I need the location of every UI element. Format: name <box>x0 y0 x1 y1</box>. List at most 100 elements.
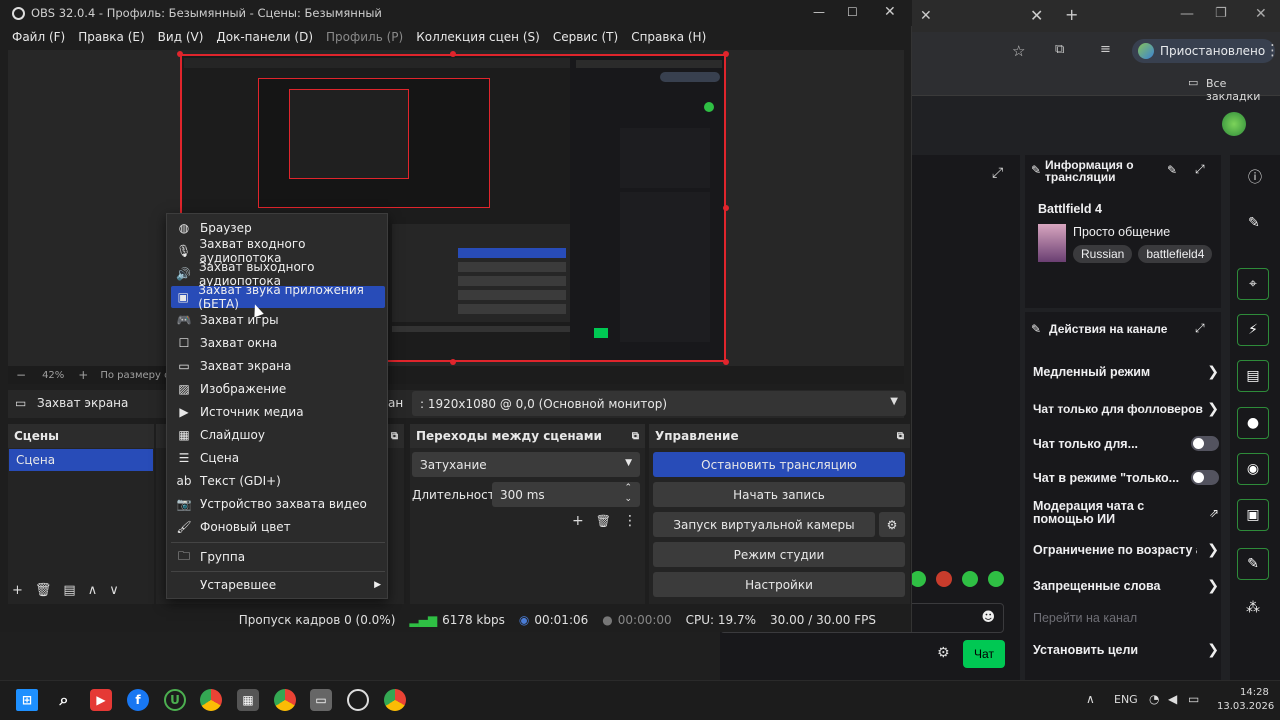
action-go-to-channel[interactable]: Перейти на канал <box>1033 611 1137 625</box>
action-slow-mode[interactable]: Медленный режим ❯ <box>1033 364 1219 380</box>
action-subs-only[interactable]: Чат только для... <box>1033 436 1219 451</box>
info-icon[interactable]: ⓘ <box>1248 167 1262 187</box>
menu-view[interactable]: Вид (V) <box>158 30 204 44</box>
trash-icon[interactable]: 🗑 <box>35 583 52 598</box>
menu-item-audio-input[interactable]: 🎙 Захват входного аудиопотока <box>171 237 385 265</box>
obs-taskbar-icon[interactable] <box>347 689 369 711</box>
tag-pill[interactable]: Russian <box>1073 245 1133 263</box>
resize-handle[interactable] <box>177 51 183 57</box>
zoom-in-icon[interactable]: + <box>78 368 88 382</box>
menu-tools[interactable]: Сервис (T) <box>553 30 618 44</box>
close-icon[interactable]: ✕ <box>1030 6 1043 25</box>
chrome-icon[interactable] <box>200 689 222 711</box>
channel-avatar-icon[interactable] <box>1222 112 1246 136</box>
scene-item[interactable]: Сцена <box>9 449 153 471</box>
move-up-icon[interactable]: ∧ <box>88 583 98 598</box>
action-emote-only[interactable]: Чат в режиме "только... <box>1033 470 1219 485</box>
tray-chevron-icon[interactable]: ∧ <box>1086 692 1095 706</box>
chrome-profile-icon[interactable] <box>274 689 296 711</box>
menu-item-media-source[interactable]: ▶ Источник медиа <box>171 401 385 423</box>
menu-item-slideshow[interactable]: ▦ Слайдшоу <box>171 424 385 446</box>
battery-icon[interactable]: ▭ <box>1188 692 1199 706</box>
clip-icon[interactable]: ⌖ <box>1237 268 1269 300</box>
resize-handle[interactable] <box>450 359 456 365</box>
reading-list-icon[interactable]: ≡ <box>1100 42 1111 57</box>
new-tab-icon[interactable]: + <box>1065 5 1078 24</box>
transition-select[interactable]: Затухание ▼ <box>412 452 640 477</box>
resize-handle[interactable] <box>450 51 456 57</box>
star-icon[interactable]: ☆ <box>1012 42 1025 60</box>
trash-icon[interactable]: 🗑 <box>596 514 611 528</box>
menu-item-group[interactable]: 🗀 Группа <box>171 546 385 568</box>
move-down-icon[interactable]: ∨ <box>109 583 119 598</box>
filter-icon[interactable]: ▤ <box>63 583 75 598</box>
chat-settings-icon[interactable]: ⚙ <box>937 645 950 661</box>
broadcast-icon[interactable]: ◉ <box>1237 453 1269 485</box>
minimize-icon[interactable]: — <box>1180 6 1194 22</box>
raid-icon[interactable]: ⚡ <box>1237 314 1269 346</box>
action-ai-moderation[interactable]: Модерация чата с помощью ИИ ⇗ <box>1033 500 1219 526</box>
clock-time[interactable]: 14:28 <box>1240 687 1269 698</box>
window-app-icon[interactable]: ▭ <box>310 689 332 711</box>
undock-icon[interactable]: ⧉ <box>897 431 904 442</box>
menu-profile[interactable]: Профиль (P) <box>326 30 403 44</box>
menu-edit[interactable]: Правка (E) <box>78 30 144 44</box>
chat-bubble-icon[interactable]: ● <box>1237 407 1269 439</box>
menu-file[interactable]: Файл (F) <box>12 30 65 44</box>
menu-item-game-capture[interactable]: 🎮 Захват игры <box>171 309 385 331</box>
nodes-icon[interactable]: ⁂ <box>1246 600 1260 616</box>
wifi-icon[interactable]: ◔ <box>1149 692 1159 706</box>
clock-date[interactable]: 13.03.2026 <box>1217 701 1274 712</box>
close-icon[interactable]: ✕ <box>884 4 896 20</box>
settings-button[interactable]: Настройки <box>653 572 905 597</box>
menu-scene-collection[interactable]: Коллекция сцен (S) <box>416 30 540 44</box>
notes-icon[interactable]: ▤ <box>1237 360 1269 392</box>
studio-mode-button[interactable]: Режим студии <box>653 542 905 567</box>
maximize-icon[interactable]: ❐ <box>1215 6 1227 21</box>
popout-icon[interactable]: ⤢ <box>1195 321 1205 336</box>
menu-help[interactable]: Справка (H) <box>631 30 706 44</box>
virtual-camera-button[interactable]: Запуск виртуальной камеры <box>653 512 875 537</box>
more-icon[interactable]: ⋮ <box>1265 41 1280 59</box>
toggle-switch[interactable] <box>1191 470 1219 485</box>
close-window-icon[interactable]: ✕ <box>1255 6 1267 22</box>
menu-item-browser[interactable]: ◍ Браузер <box>171 217 385 239</box>
all-bookmarks-link[interactable]: Все закладки <box>1206 77 1280 103</box>
menu-docks[interactable]: Док-панели (D) <box>216 30 313 44</box>
undock-icon[interactable]: ⧉ <box>391 431 398 442</box>
menu-item-color-source[interactable]: 🖌 Фоновый цвет <box>171 516 385 538</box>
wrench-icon[interactable]: ✎ <box>1237 548 1269 580</box>
extensions-icon[interactable]: ⧉ <box>1055 42 1064 57</box>
resize-handle[interactable] <box>723 205 729 211</box>
menu-item-text[interactable]: ab Текст (GDI+) <box>171 470 385 492</box>
youtube-icon[interactable]: ▶ <box>90 689 112 711</box>
facebook-icon[interactable]: f <box>127 689 149 711</box>
add-icon[interactable]: + <box>12 583 23 598</box>
screen-select[interactable]: : 1920x1080 @ 0,0 (Основной монитор) ▼ <box>412 391 906 416</box>
volume-icon[interactable]: ◀ <box>1168 692 1177 706</box>
menu-item-deprecated[interactable]: Устаревшее ▶ <box>171 574 385 596</box>
emoji-icon[interactable]: ☻ <box>981 610 995 625</box>
menu-item-display-capture[interactable]: ▭ Захват экрана <box>171 355 385 377</box>
zoom-out-icon[interactable]: − <box>16 368 26 382</box>
pencil-icon[interactable]: ✎ <box>1248 215 1260 231</box>
action-set-goals[interactable]: Установить цели ❯ <box>1033 642 1219 658</box>
utorrent-icon[interactable]: U <box>164 689 186 711</box>
start-record-button[interactable]: Начать запись <box>653 482 905 507</box>
virtual-camera-settings-icon[interactable]: ⚙ <box>879 512 905 537</box>
menu-item-app-audio[interactable]: ▣ Захват звука приложения (БЕТА) <box>171 283 385 311</box>
profile-button[interactable]: Приостановлено <box>1132 39 1276 63</box>
add-icon[interactable]: + <box>572 513 584 529</box>
maximize-icon[interactable]: ☐ <box>847 5 858 19</box>
menu-item-audio-output[interactable]: 🔊 Захват выходного аудиопотока <box>171 260 385 288</box>
more-icon[interactable]: ⋮ <box>623 513 637 529</box>
menu-item-video-capture[interactable]: 📷 Устройство захвата видео <box>171 493 385 515</box>
toggle-switch[interactable] <box>1191 436 1219 451</box>
windows-start-icon[interactable]: ⊞ <box>16 689 38 711</box>
tag-pill[interactable]: battlefield4 <box>1138 245 1213 263</box>
category-name[interactable]: Просто общение <box>1073 225 1170 239</box>
language-indicator[interactable]: ENG <box>1114 693 1138 706</box>
menu-item-scene[interactable]: ☰ Сцена <box>171 447 385 469</box>
chrome-alt-icon[interactable] <box>384 689 406 711</box>
search-icon[interactable]: ⌕ <box>53 689 75 711</box>
